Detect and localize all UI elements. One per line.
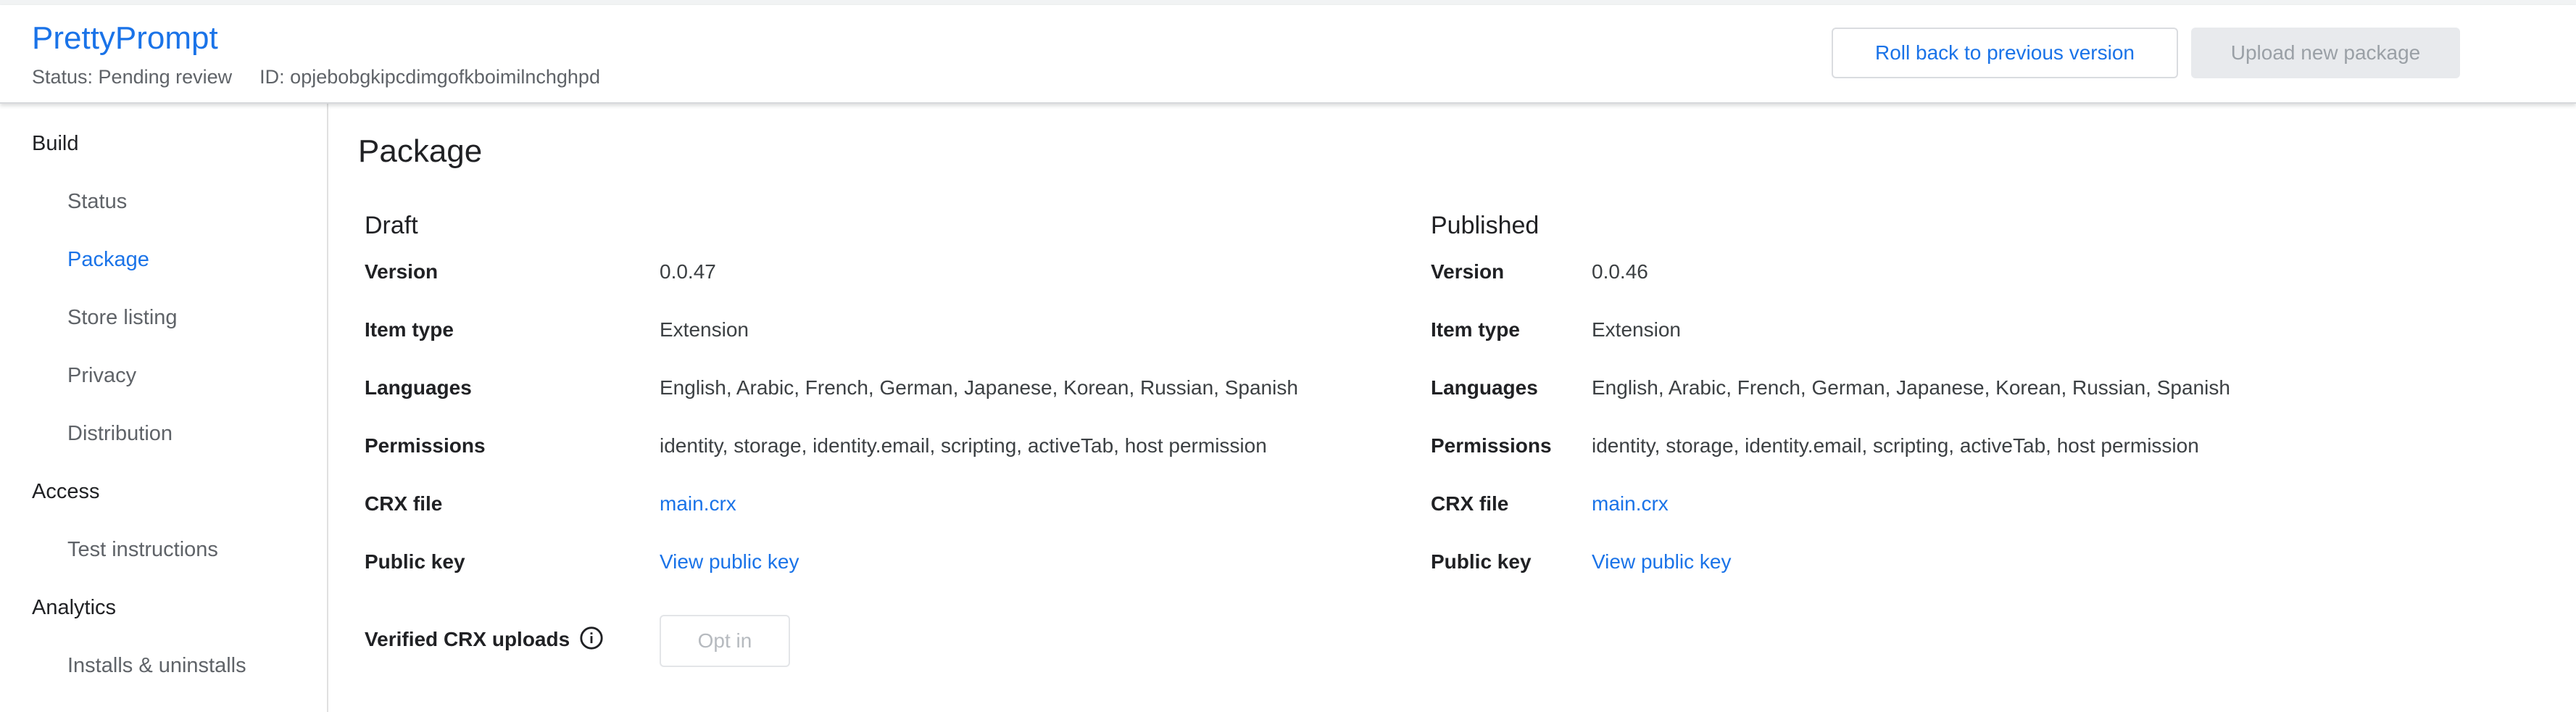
published-permissions-value: identity, storage, identity.email, scrip… <box>1592 434 2199 457</box>
draft-public-key-label: Public key <box>365 550 465 573</box>
app-title[interactable]: PrettyPrompt <box>32 20 218 58</box>
sidebar-section-analytics[interactable]: Analytics <box>32 597 116 618</box>
draft-version-label: Version <box>365 260 439 283</box>
published-languages-label: Languages <box>1431 376 1538 399</box>
published-heading: Published <box>1431 212 1540 239</box>
main-content: Package Draft Version 0.0.47 Item type E… <box>330 104 2576 712</box>
sidebar-item-distribution[interactable]: Distribution <box>67 423 173 444</box>
published-permissions-label: Permissions <box>1431 434 1552 457</box>
published-crx-file-label: CRX file <box>1431 492 1509 515</box>
verified-crx-label: Verified CRX uploads <box>365 628 570 650</box>
item-meta: Status: Pending review ID: opjebobgkipcdi… <box>32 66 600 88</box>
published-crx-file-link[interactable]: main.crx <box>1592 494 1669 514</box>
upload-package-button[interactable]: Upload new package <box>2191 28 2460 78</box>
draft-item-type-label: Item type <box>365 318 454 341</box>
sidebar-item-package[interactable]: Package <box>67 249 149 270</box>
draft-crx-file-link[interactable]: main.crx <box>660 494 736 514</box>
published-version-label: Version <box>1431 260 1505 283</box>
sidebar-section-build[interactable]: Build <box>32 133 79 154</box>
published-version-value: 0.0.46 <box>1592 260 1648 283</box>
draft-heading: Draft <box>365 212 418 239</box>
sidebar-item-test-instructions[interactable]: Test instructions <box>67 539 218 560</box>
sidebar: Build Status Package Store listing Priva… <box>0 104 328 712</box>
sidebar-item-store-listing[interactable]: Store listing <box>67 307 178 328</box>
page-title: Package <box>358 133 483 169</box>
draft-crx-file-label: CRX file <box>365 492 443 515</box>
draft-version-value: 0.0.47 <box>660 260 716 283</box>
sidebar-item-installs-uninstalls[interactable]: Installs & uninstalls <box>67 655 246 676</box>
draft-languages-value: English, Arabic, French, German, Japanes… <box>660 376 1298 399</box>
published-public-key-label: Public key <box>1431 550 1532 573</box>
draft-permissions-label: Permissions <box>365 434 486 457</box>
published-item-type-label: Item type <box>1431 318 1520 341</box>
info-icon[interactable] <box>579 626 604 650</box>
draft-languages-label: Languages <box>365 376 472 399</box>
sidebar-section-access[interactable]: Access <box>32 481 99 502</box>
draft-view-public-key-link[interactable]: View public key <box>660 552 799 572</box>
status-text: Status: Pending review <box>32 66 233 88</box>
draft-item-type-value: Extension <box>660 318 749 341</box>
sidebar-item-status[interactable]: Status <box>67 191 127 212</box>
header: PrettyPrompt Status: Pending review ID: o… <box>0 5 2576 104</box>
top-strip <box>0 0 2576 5</box>
item-id: ID: opjebobgkipcdimgofkboimilnchghpd <box>259 66 600 88</box>
published-item-type-value: Extension <box>1592 318 1681 341</box>
published-languages-value: English, Arabic, French, German, Japanes… <box>1592 376 2230 399</box>
rollback-button[interactable]: Roll back to previous version <box>1832 28 2178 78</box>
sidebar-item-privacy[interactable]: Privacy <box>67 365 136 386</box>
published-view-public-key-link[interactable]: View public key <box>1592 552 1731 572</box>
draft-permissions-value: identity, storage, identity.email, scrip… <box>660 434 1267 457</box>
opt-in-button[interactable]: Opt in <box>660 615 790 667</box>
